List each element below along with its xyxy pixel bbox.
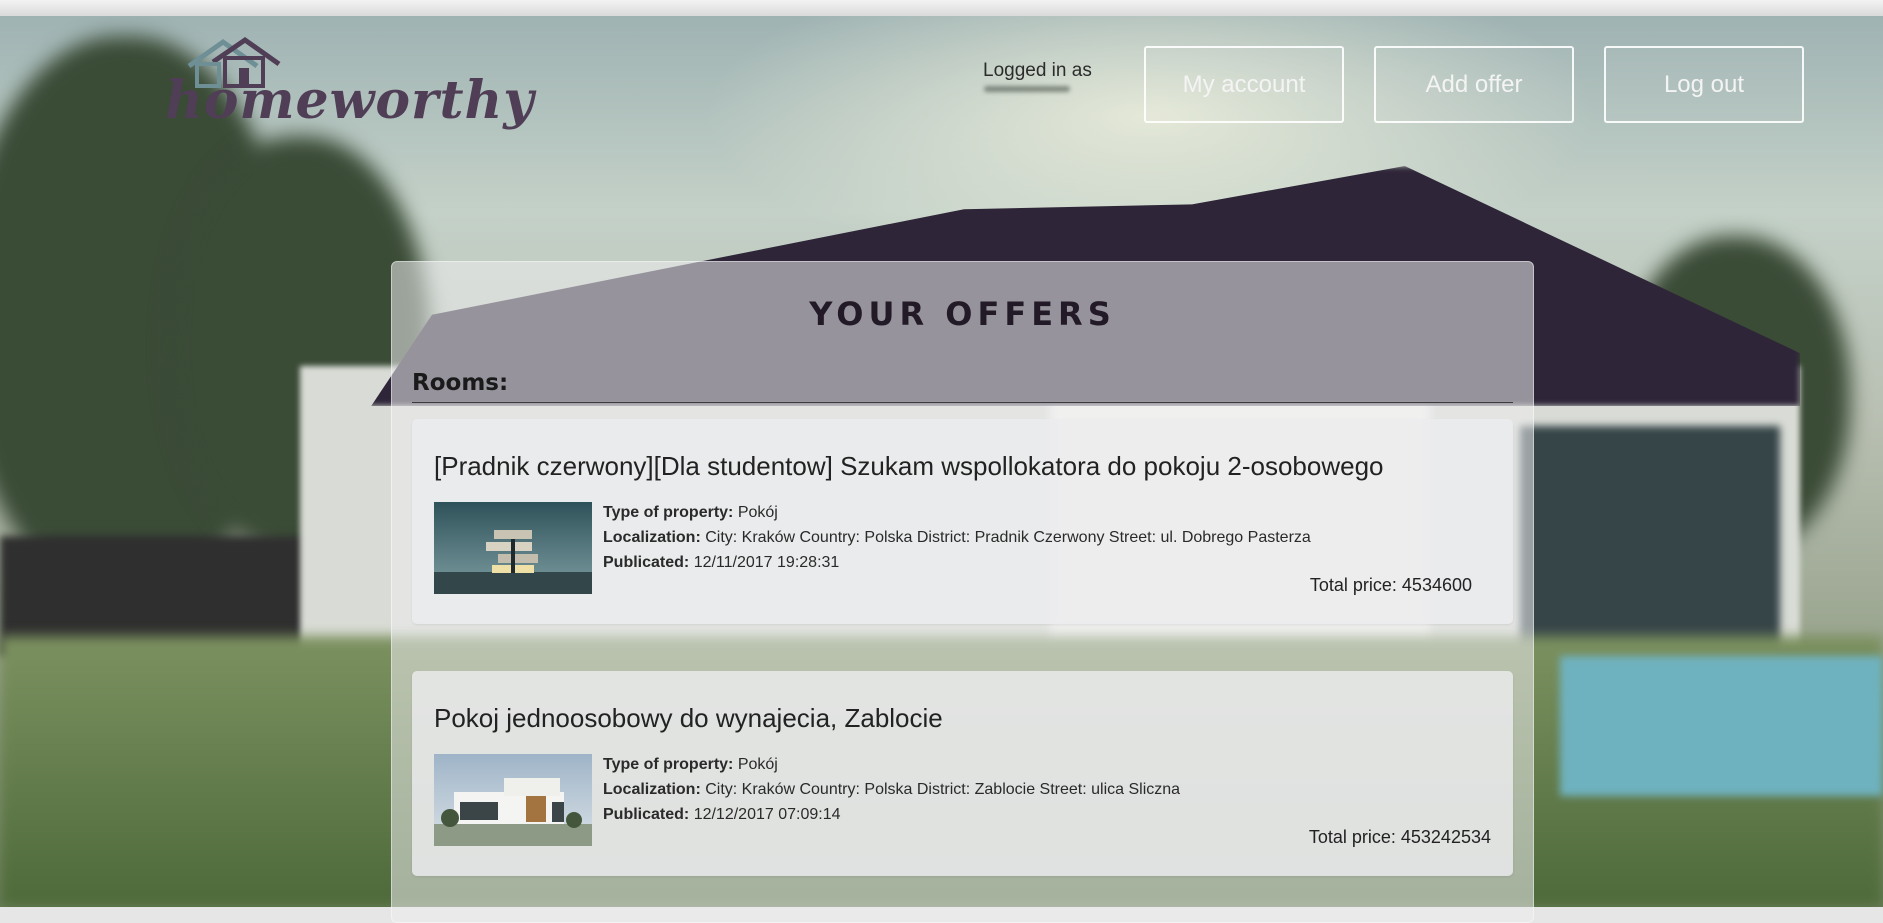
log-out-button[interactable]: Log out [1604,46,1804,123]
offer-thumbnail[interactable] [434,502,592,594]
price-value: 4534600 [1401,575,1472,595]
localization-value: City: Kraków Country: Polska District: P… [705,529,1311,546]
total-price: Total price: 4534600 [1310,575,1472,596]
published-label: Publicated: [603,554,690,571]
username-redacted [984,86,1070,92]
offer-title[interactable]: Pokoj jednoosobowy do wynajecia, Zabloci… [434,703,943,734]
price-value: 453242534 [1400,827,1491,847]
page-title: YOUR OFFERS [809,295,1116,333]
offer-thumbnail[interactable] [434,754,592,846]
section-label-rooms: Rooms: [412,370,509,396]
logged-in-label: Logged in as [983,60,1092,81]
offers-panel: YOUR OFFERS Rooms: [Pradnik czerwony][Dl… [391,261,1534,923]
price-label: Total price: [1308,827,1396,847]
type-label: Type of property: [603,756,734,773]
offer-title[interactable]: [Pradnik czerwony][Dla studentow] Szukam… [434,451,1384,482]
offer-details: Type of property: Pokój Localization: Ci… [603,752,1180,827]
published-value: 12/12/2017 07:09:14 [693,806,841,823]
offer-card[interactable]: Pokoj jednoosobowy do wynajecia, Zabloci… [412,671,1513,876]
logo[interactable]: homeworthy [165,36,533,136]
offer-details: Type of property: Pokój Localization: Ci… [603,500,1311,575]
section-divider [412,402,1513,403]
localization-label: Localization: [603,781,701,798]
type-value: Pokój [737,756,778,773]
window-top-strip [0,0,1883,16]
price-label: Total price: [1309,575,1397,595]
total-price: Total price: 453242534 [1309,827,1491,848]
type-label: Type of property: [603,504,734,521]
logo-text: homeworthy [165,70,535,131]
published-value: 12/11/2017 19:28:31 [693,554,840,571]
add-offer-button[interactable]: Add offer [1374,46,1574,123]
my-account-button[interactable]: My account [1144,46,1344,123]
published-label: Publicated: [603,806,690,823]
localization-label: Localization: [603,529,701,546]
localization-value: City: Kraków Country: Polska District: Z… [705,781,1181,798]
offer-card[interactable]: [Pradnik czerwony][Dla studentow] Szukam… [412,419,1513,624]
type-value: Pokój [737,504,778,521]
